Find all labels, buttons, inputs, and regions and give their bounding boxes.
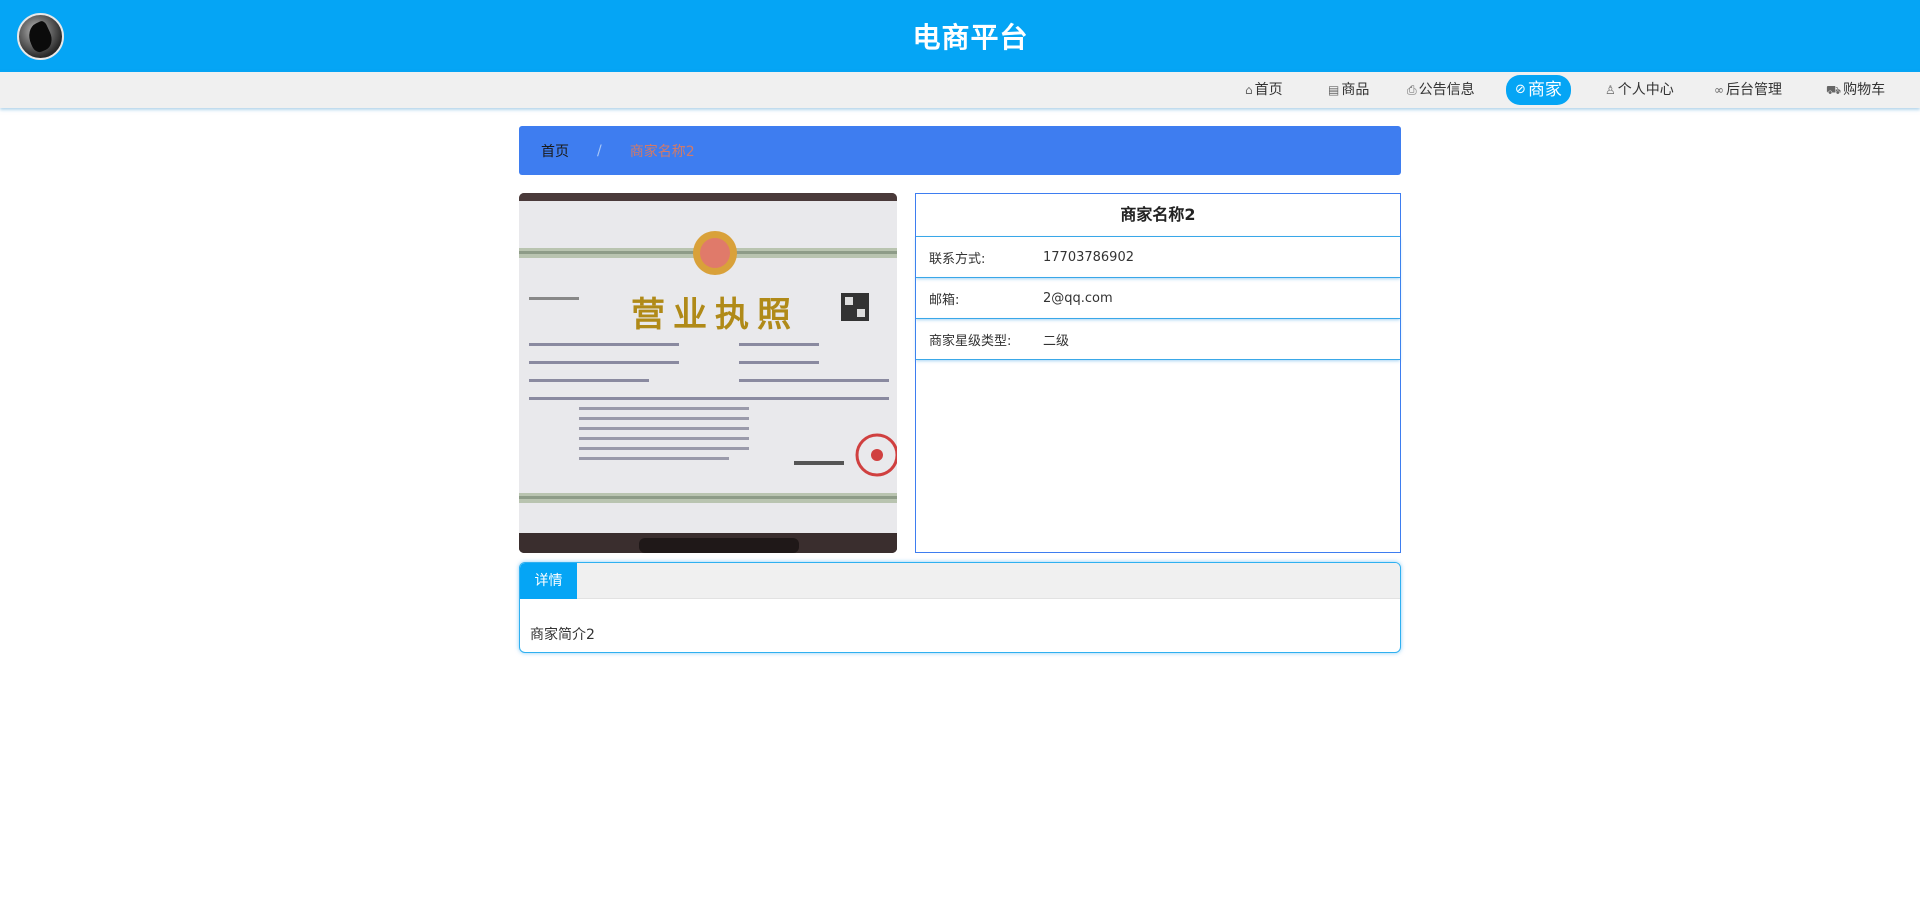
nav-item-cart[interactable]: ⛟ 购物车 — [1826, 77, 1885, 103]
merchant-info-box: 商家名称2 联系方式: 17703786902 邮箱: 2@qq.com 商家星… — [915, 193, 1401, 553]
cart-icon: ⛟ — [1826, 83, 1842, 97]
merchant-license-image[interactable]: 营业执照 — [519, 193, 897, 553]
info-row-email: 邮箱: 2@qq.com — [916, 278, 1400, 319]
breadcrumb-home[interactable]: 首页 — [541, 141, 569, 161]
breadcrumb-current: 商家名称2 — [629, 143, 695, 160]
contact-value: 17703786902 — [1043, 249, 1134, 265]
document-icon: ▤ — [1328, 83, 1340, 97]
nav-bar: ⌂ 首页 ▤ 商品 ⎙ 公告信息 ⊘ 商家 ♙ 个人中心 ∞ 后台管理 ⛟ 购物车 — [0, 72, 1920, 108]
nav-item-announcements[interactable]: ⎙ 公告信息 — [1407, 77, 1475, 103]
star-level-label: 商家星级类型: — [929, 333, 1012, 349]
email-label: 邮箱: — [929, 292, 960, 308]
top-header: 电商平台 — [0, 0, 1920, 72]
link-icon: ∞ — [1714, 83, 1724, 97]
site-title: 电商平台 — [912, 21, 1029, 54]
printer-icon: ⎙ — [1407, 83, 1417, 97]
details-tabs-panel: 详情 商家简介2 — [519, 562, 1401, 653]
info-row-contact: 联系方式: 17703786902 — [916, 237, 1400, 278]
nav-item-home[interactable]: ⌂ 首页 — [1245, 77, 1283, 103]
breadcrumb: 首页 / 商家名称2 — [519, 126, 1401, 175]
nav-item-products[interactable]: ▤ 商品 — [1328, 77, 1369, 103]
email-value: 2@qq.com — [1043, 290, 1113, 306]
contact-label: 联系方式: — [929, 251, 986, 267]
tab-strip: 详情 — [520, 563, 1400, 599]
user-icon: ♙ — [1605, 83, 1616, 97]
merchant-description: 商家简介2 — [530, 627, 595, 643]
info-row-star-level: 商家星级类型: 二级 — [916, 319, 1400, 360]
license-photo: 营业执照 — [519, 193, 897, 553]
star-level-value: 二级 — [1043, 333, 1070, 349]
tab-details[interactable]: 详情 — [520, 563, 577, 599]
home-icon: ⌂ — [1245, 83, 1253, 97]
nav-item-admin[interactable]: ∞ 后台管理 — [1714, 77, 1782, 103]
breadcrumb-separator: / — [597, 142, 602, 159]
merchant-name: 商家名称2 — [916, 194, 1400, 237]
nav-item-user-center[interactable]: ♙ 个人中心 — [1605, 77, 1674, 103]
nav-item-merchants[interactable]: ⊘ 商家 — [1506, 75, 1571, 105]
link-icon: ⊘ — [1515, 82, 1526, 97]
license-heading: 营业执照 — [631, 295, 799, 335]
